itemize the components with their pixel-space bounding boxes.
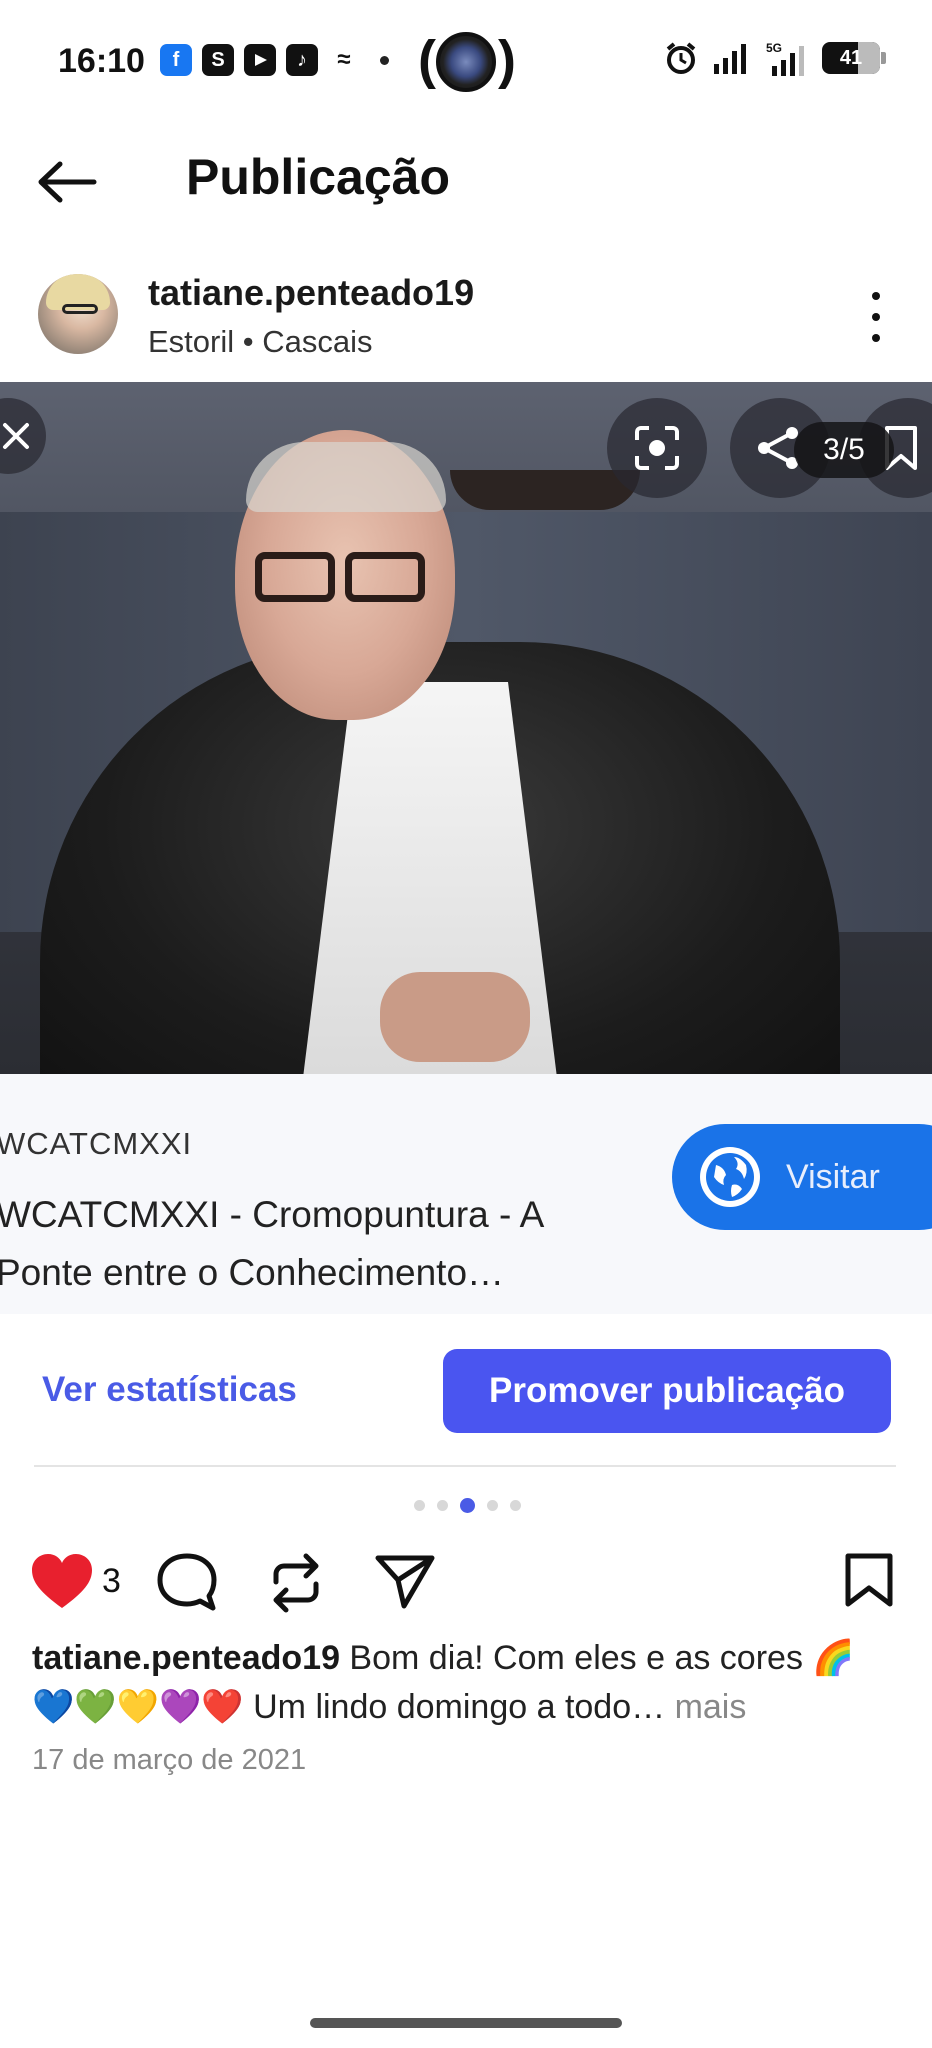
back-button[interactable]	[36, 152, 108, 212]
carousel-dot	[414, 1500, 425, 1511]
home-indicator[interactable]	[310, 2018, 622, 2028]
link-title: WCATCMXXI - Cromopuntura - A Ponte entre…	[0, 1194, 543, 1293]
view-insights-link[interactable]: Ver estatísticas	[42, 1370, 297, 1410]
repost-icon	[273, 1553, 319, 1613]
post-header: tatiane.penteado19 Estoril • Cascais	[0, 260, 932, 380]
caption-username[interactable]: tatiane.penteado19	[32, 1639, 340, 1677]
carousel-dot-active	[460, 1498, 475, 1513]
post-date: 17 de março de 2021	[32, 1744, 307, 1776]
visit-label: Visitar	[786, 1157, 880, 1196]
media-counter: 3/5	[794, 422, 894, 478]
link-preview-card[interactable]: WCATCMXXI WCATCMXXI - Cromopuntura - A P…	[0, 1074, 932, 1314]
notification-icons: f S ♪ ≈	[160, 44, 389, 76]
z-app-icon: ≈	[337, 46, 351, 73]
globe-icon	[700, 1147, 760, 1207]
more-options-icon[interactable]	[864, 292, 888, 342]
comment-icon	[157, 1553, 217, 1611]
camera-cutout: ( )	[418, 30, 516, 92]
back-arrow-icon	[38, 161, 97, 203]
carousel-indicator	[414, 1498, 521, 1513]
like-count[interactable]: 3	[102, 1562, 121, 1601]
save-post-button[interactable]	[844, 1552, 894, 1613]
page-title: Publicação	[186, 149, 450, 205]
signal-5g-icon: 5G	[766, 41, 804, 76]
post-media[interactable]: 3/5	[0, 382, 932, 1074]
comment-button[interactable]	[156, 1552, 218, 1617]
send-button[interactable]	[374, 1552, 436, 1615]
link-domain: WCATCMXXI	[0, 1126, 193, 1161]
caption-more-link[interactable]: mais	[665, 1688, 747, 1726]
status-time: 16:10	[58, 42, 145, 80]
svg-text:5G: 5G	[766, 41, 782, 55]
post-username[interactable]: tatiane.penteado19	[148, 272, 474, 314]
battery-icon: 41	[822, 42, 886, 74]
promote-post-button[interactable]: Promover publicação	[443, 1349, 891, 1433]
avatar[interactable]	[38, 274, 118, 354]
post-caption[interactable]: tatiane.penteado19 Bom dia! Com eles e a…	[32, 1634, 892, 1732]
carousel-dot	[437, 1500, 448, 1511]
visual-search-button[interactable]	[607, 398, 707, 498]
status-bar: 16:10 f S ♪ ≈ ( ) 5G 41	[0, 0, 932, 124]
insights-row: Ver estatísticas Promover publicação	[0, 1346, 932, 1436]
facebook-icon: f	[160, 44, 192, 76]
heart-icon	[32, 1554, 92, 1608]
tiktok-icon: ♪	[286, 44, 318, 76]
camera-lens	[436, 32, 496, 92]
repost-button[interactable]	[268, 1552, 324, 1619]
carousel-dot	[487, 1500, 498, 1511]
close-icon	[3, 423, 29, 449]
divider	[34, 1465, 896, 1467]
send-icon	[375, 1555, 435, 1609]
close-overlay-button[interactable]	[0, 398, 46, 474]
alarm-icon	[666, 42, 696, 74]
status-indicators: 5G 41	[664, 40, 886, 76]
more-notifications-dot	[380, 55, 389, 65]
battery-level: 41	[839, 46, 863, 69]
s-app-icon: S	[202, 44, 234, 76]
visit-button[interactable]: Visitar	[672, 1124, 932, 1230]
youtube-icon	[244, 44, 276, 76]
bookmark-icon	[845, 1553, 893, 1607]
carousel-dot	[510, 1500, 521, 1511]
post-location[interactable]: Estoril • Cascais	[148, 324, 372, 360]
top-app-bar: Publicação	[0, 124, 932, 234]
signal-icon	[714, 44, 746, 74]
post-actions: 3	[0, 1540, 932, 1620]
like-button[interactable]	[30, 1552, 94, 1615]
scan-icon	[635, 426, 679, 470]
